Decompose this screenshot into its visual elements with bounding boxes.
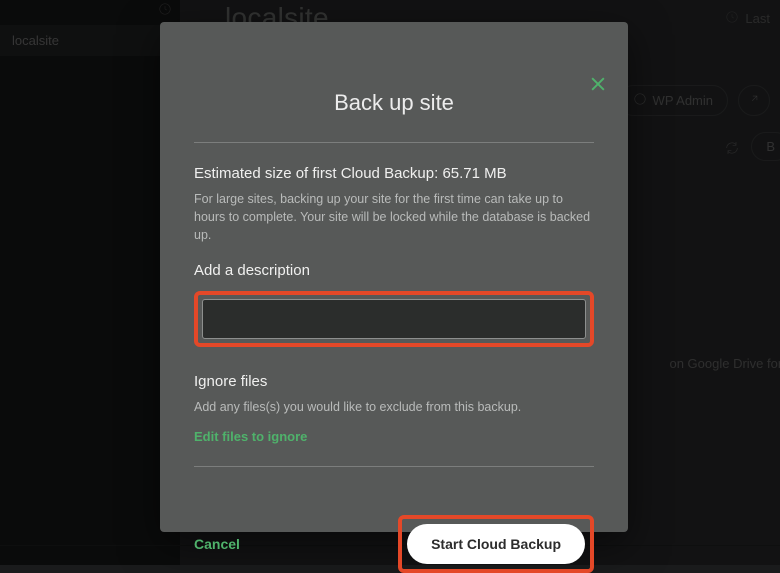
edit-ignore-link[interactable]: Edit files to ignore <box>194 429 307 444</box>
description-heading: Add a description <box>194 262 594 279</box>
close-icon[interactable] <box>588 74 608 99</box>
description-input[interactable] <box>202 299 586 339</box>
start-cloud-backup-button[interactable]: Start Cloud Backup <box>407 524 585 564</box>
ignore-heading: Ignore files <box>194 373 594 390</box>
ignore-subtext: Add any files(s) you would like to exclu… <box>194 398 594 416</box>
divider <box>194 142 594 143</box>
divider <box>194 466 594 467</box>
backup-modal: Back up site Estimated size of first Clo… <box>160 22 628 532</box>
size-subtext: For large sites, backing up your site fo… <box>194 190 594 244</box>
cancel-button[interactable]: Cancel <box>194 532 240 556</box>
primary-action-highlight: Start Cloud Backup <box>398 515 594 573</box>
modal-title: Back up site <box>194 22 594 142</box>
description-highlight <box>194 291 594 347</box>
size-heading: Estimated size of first Cloud Backup: 65… <box>194 165 594 182</box>
modal-actions: Cancel Start Cloud Backup <box>194 489 594 573</box>
